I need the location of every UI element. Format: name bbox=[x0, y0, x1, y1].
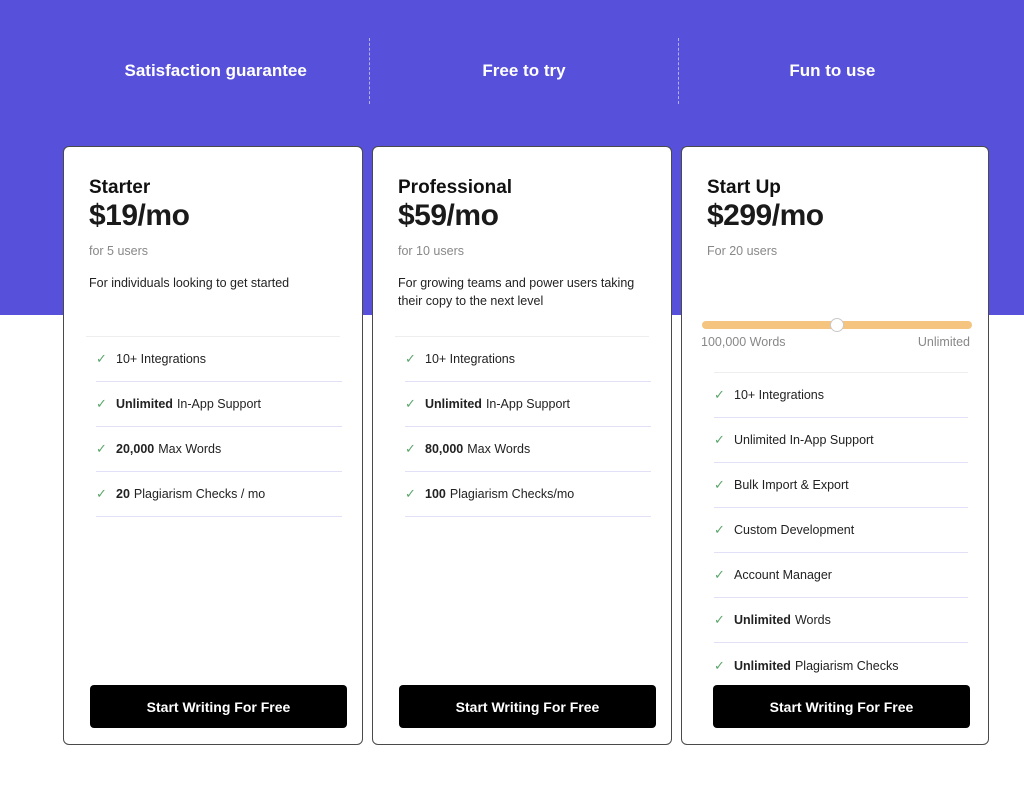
feature-item: ✓ Unlimited In-App Support bbox=[96, 382, 342, 427]
feature-item: ✓ Unlimited In-App Support bbox=[405, 382, 651, 427]
start-writing-button[interactable]: Start Writing For Free bbox=[90, 685, 347, 728]
check-icon: ✓ bbox=[714, 387, 725, 402]
feature-item: ✓ 100 Plagiarism Checks/mo bbox=[405, 472, 651, 517]
feature-list: ✓ 10+ Integrations ✓ Unlimited In-App Suppor… bbox=[96, 337, 342, 517]
slider-max-label: Unlimited bbox=[917, 335, 970, 349]
plan-users: for 10 users bbox=[398, 244, 465, 258]
feature-text: 10+ Integrations bbox=[734, 388, 824, 402]
feature-item: ✓ Bulk Import & Export bbox=[714, 463, 968, 508]
feature-text: Words bbox=[794, 613, 831, 627]
plan-card-startup: Start Up $299/mo For 20 users 100,000 Wo… bbox=[681, 146, 989, 745]
feature-item: ✓ Unlimited Words bbox=[714, 598, 968, 643]
feature-highlight: 20 bbox=[116, 487, 130, 501]
feature-item: ✓ Unlimited In-App Support bbox=[714, 418, 968, 463]
slider-labels: 100,000 Words Unlimited bbox=[701, 335, 970, 349]
check-icon: ✓ bbox=[96, 441, 107, 456]
start-writing-button[interactable]: Start Writing For Free bbox=[713, 685, 970, 728]
check-icon: ✓ bbox=[405, 441, 416, 456]
check-icon: ✓ bbox=[405, 486, 416, 501]
feature-list: ✓ 10+ Integrations ✓ Unlimited In-App Suppor… bbox=[405, 337, 651, 517]
feature-highlight: Unlimited bbox=[734, 613, 791, 627]
plan-name: Start Up bbox=[707, 177, 781, 198]
feature-text: Bulk Import & Export bbox=[734, 478, 849, 492]
plan-users: for 5 users bbox=[89, 244, 149, 258]
feature-highlight: Unlimited bbox=[734, 658, 791, 673]
feature-item: ✓ 10+ Integrations bbox=[96, 337, 342, 382]
feature-item: ✓ 20,000 Max Words bbox=[96, 427, 342, 472]
feature-highlight: Unlimited bbox=[425, 397, 482, 411]
plan-name: Starter bbox=[89, 177, 151, 198]
plan-description: For growing teams and power users taking… bbox=[398, 276, 635, 308]
feature-text: In-App Support bbox=[485, 397, 571, 411]
feature-text: 10+ Integrations bbox=[116, 352, 206, 366]
feature-item: ✓ Custom Development bbox=[714, 508, 968, 553]
plan-card-professional: Professional $59/mo for 10 users For gro… bbox=[372, 146, 672, 745]
feature-item: ✓ Unlimited Plagiarism Checks bbox=[714, 643, 968, 688]
feature-item: ✓ Account Manager bbox=[714, 553, 968, 598]
plan-name: Professional bbox=[398, 177, 513, 198]
feature-text: Max Words bbox=[467, 442, 531, 456]
check-icon: ✓ bbox=[714, 657, 725, 673]
feature-text: Custom Development bbox=[734, 523, 855, 537]
feature-item: ✓ 20 Plagiarism Checks / mo bbox=[96, 472, 342, 517]
slider-thumb[interactable] bbox=[830, 318, 844, 332]
feature-item: ✓ 80,000 Max Words bbox=[405, 427, 651, 472]
check-icon: ✓ bbox=[714, 567, 725, 582]
guarantee-fun: Fun to use bbox=[789, 61, 876, 80]
feature-highlight: Unlimited bbox=[116, 397, 173, 411]
check-icon: ✓ bbox=[714, 477, 725, 492]
plan-price: $299/mo bbox=[707, 199, 824, 232]
plan-price: $59/mo bbox=[398, 199, 499, 232]
guarantee-satisfaction: Satisfaction guarantee bbox=[62, 38, 371, 104]
feature-item: ✓ 10+ Integrations bbox=[714, 373, 968, 418]
feature-text: Account Manager bbox=[734, 568, 832, 582]
plan-users: For 20 users bbox=[707, 244, 778, 258]
feature-list: ✓ 10+ Integrations ✓ Unlimited In-App Suppo… bbox=[714, 373, 968, 688]
guarantee-free-trial: Free to try bbox=[370, 38, 679, 104]
check-icon: ✓ bbox=[714, 522, 725, 537]
feature-text: Max Words bbox=[158, 442, 222, 456]
check-icon: ✓ bbox=[714, 612, 725, 627]
check-icon: ✓ bbox=[405, 351, 416, 366]
guarantee-strip: Satisfaction guarantee Free to try Fun t… bbox=[62, 38, 986, 104]
check-icon: ✓ bbox=[96, 351, 107, 366]
feature-highlight: 100 bbox=[425, 487, 446, 501]
feature-text: Plagiarism Checks / mo bbox=[133, 487, 266, 501]
check-icon: ✓ bbox=[96, 486, 107, 501]
plan-description: For individuals looking to get started bbox=[89, 276, 290, 290]
feature-highlight: 20,000 bbox=[116, 442, 155, 456]
feature-item: ✓ 10+ Integrations bbox=[405, 337, 651, 382]
word-limit-slider[interactable] bbox=[702, 318, 972, 332]
feature-text: Plagiarism Checks bbox=[794, 658, 899, 673]
check-icon: ✓ bbox=[405, 396, 416, 411]
feature-text: Unlimited In-App Support bbox=[734, 433, 874, 447]
check-icon: ✓ bbox=[714, 432, 725, 447]
feature-highlight: 80,000 bbox=[425, 442, 464, 456]
slider-min-label: 100,000 Words bbox=[701, 335, 786, 349]
start-writing-button[interactable]: Start Writing For Free bbox=[399, 685, 656, 728]
feature-text: 10+ Integrations bbox=[425, 352, 515, 366]
plan-price: $19/mo bbox=[89, 199, 190, 232]
pricing-cards: Starter $19/mo for 5 users For individua… bbox=[63, 146, 989, 745]
plan-card-starter: Starter $19/mo for 5 users For individua… bbox=[63, 146, 363, 745]
feature-text: In-App Support bbox=[176, 397, 262, 411]
check-icon: ✓ bbox=[96, 396, 107, 411]
feature-text: Plagiarism Checks/mo bbox=[449, 487, 575, 501]
